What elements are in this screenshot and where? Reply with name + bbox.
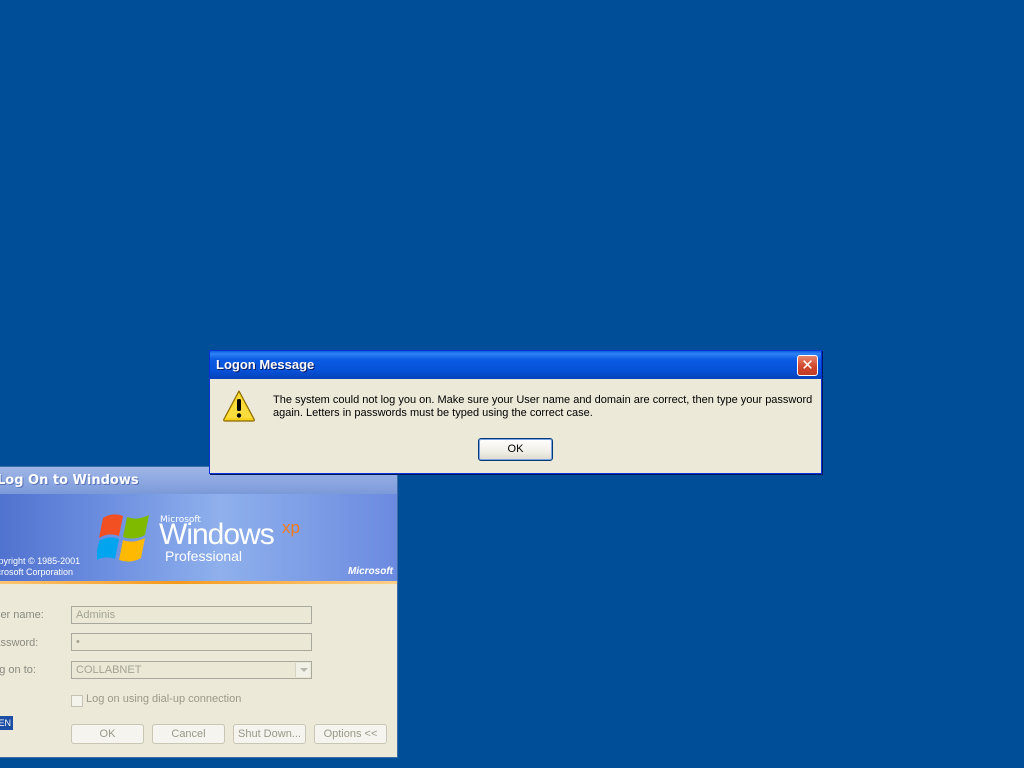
language-indicator[interactable]: EN (0, 716, 13, 730)
logon-error-message: The system could not log you on. Make su… (273, 394, 813, 420)
logon-to-value: COLLABNET (76, 664, 142, 676)
windows-flag-logo (97, 514, 149, 562)
logon-cancel-button[interactable]: Cancel (152, 724, 225, 744)
edition-text: Professional (165, 548, 243, 564)
close-icon: ✕ (801, 356, 814, 374)
banner-orange-stripe (0, 581, 397, 584)
message-line-1: The system could not log you on. Make su… (273, 394, 813, 406)
options-button[interactable]: Options << (314, 724, 387, 744)
windows-wordmark: Windows (159, 518, 275, 551)
username-label: User name: (0, 609, 44, 621)
chevron-down-icon[interactable] (295, 663, 310, 677)
xp-wordmark: xp (282, 518, 300, 537)
copyright-line-1: Copyright © 1985-2001 (0, 556, 81, 566)
shutdown-button[interactable]: Shut Down... (233, 724, 306, 744)
password-label: Password: (0, 637, 39, 649)
username-field[interactable]: Adminis (71, 606, 312, 624)
warning-icon (223, 390, 255, 422)
copyright-line-2: Microsoft Corporation (0, 567, 74, 577)
copyright-text: Copyright © 1985-2001 Microsoft Corporat… (0, 556, 80, 578)
close-button[interactable]: ✕ (797, 355, 818, 376)
message-ok-button[interactable]: OK (478, 438, 553, 461)
message-line-2: again. Letters in passwords must be type… (273, 407, 593, 419)
logon-ok-button[interactable]: OK (71, 724, 144, 744)
logon-message-dialog: Logon Message ✕ The system could not log… (209, 350, 822, 474)
microsoft-logo: Microsoft (348, 566, 393, 577)
password-field[interactable]: • (71, 633, 312, 651)
windows-xp-banner: Microsoft Windows xp Professional Copyri… (0, 494, 397, 584)
dialup-checkbox-label[interactable]: Log on using dial-up connection (86, 693, 241, 705)
logon-message-title[interactable]: Logon Message (210, 351, 821, 379)
logon-to-dropdown[interactable]: COLLABNET (71, 661, 312, 679)
logon-window: Log On to Windows Microsoft Windows xp P… (0, 466, 398, 758)
logon-to-label: Log on to: (0, 664, 36, 676)
dialup-checkbox[interactable] (71, 695, 83, 707)
